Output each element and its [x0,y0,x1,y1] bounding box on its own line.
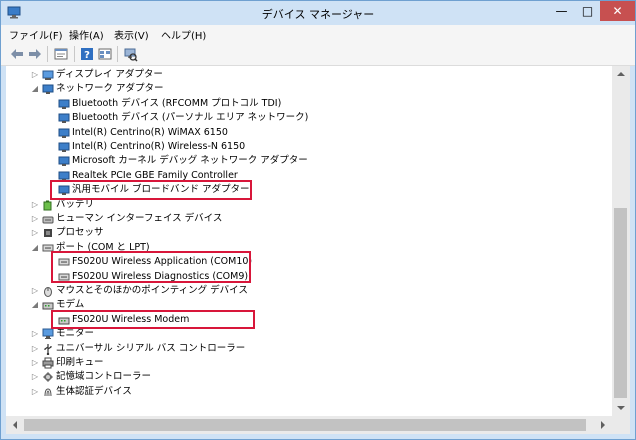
expanded-arrow-icon[interactable]: ◢ [30,241,40,255]
scrollbar-corner [612,416,630,434]
scroll-left-icon[interactable] [6,416,24,434]
expanded-arrow-icon[interactable]: ◢ [30,298,40,312]
expanded-arrow-icon[interactable]: ◢ [30,82,40,96]
storage-icon [43,372,53,383]
tree-item[interactable]: ◢ ネットワーク アダプター [6,82,612,96]
tree-item-label: Intel(R) Centrino(R) Wireless-N 6150 [72,141,246,152]
tree-item-label: 印刷キュー [56,357,104,368]
tree-item-label: マウスとそのほかのポインティング デバイス [56,285,248,296]
toolbar-separator [47,46,48,62]
highlight-box-ports [51,251,251,283]
tree-item[interactable]: ▷ ユニバーサル シリアル バス コントローラー [6,342,612,356]
toolbar-separator [117,46,118,62]
usb-icon [44,343,52,355]
tree-item[interactable]: Microsoft カーネル デバッグ ネットワーク アダプター [6,154,612,168]
network-adapter-icon [42,84,54,95]
highlight-box-modem [51,310,255,329]
network-device-icon [58,128,70,138]
vertical-scroll-thumb[interactable] [614,208,627,398]
scroll-up-icon[interactable] [612,66,630,82]
collapsed-arrow-icon[interactable]: ▷ [30,327,40,341]
collapsed-arrow-icon[interactable]: ▷ [30,198,40,212]
scroll-down-icon[interactable] [612,400,630,416]
toolbar: ? [1,43,635,66]
network-device-icon [58,156,70,167]
mouse-icon [44,287,52,297]
network-device-icon [58,99,70,109]
scroll-right-icon[interactable] [594,416,612,434]
tree-item-label: ユニバーサル シリアル バス コントローラー [56,342,246,354]
tree-item[interactable]: ▷ 生体認証デバイス [6,385,612,399]
tree-item[interactable]: Intel(R) Centrino(R) Wireless-N 6150 [6,140,612,154]
tree-item[interactable]: ▷ モニター [6,327,612,341]
maximize-icon: □ [581,4,594,18]
hid-icon [42,216,54,224]
tree-item[interactable]: ▷ ディスプレイ アダプター [6,68,612,82]
vertical-scrollbar[interactable] [612,66,630,416]
tree-item[interactable]: ▷ マウスとそのほかのポインティング デバイス [6,284,612,298]
minimize-icon: — [555,4,568,18]
scan-hardware-icon[interactable] [122,46,138,62]
svg-text:?: ? [84,50,90,61]
monitor-icon [42,328,54,340]
back-arrow-icon[interactable] [9,46,25,62]
menu-bar: ファイル(F) 操作(A) 表示(V) ヘルプ(H) [1,25,635,44]
tree-item-label: ディスプレイ アダプター [56,69,163,80]
maximize-button[interactable]: □ [575,1,600,21]
tree-item[interactable]: ▷ 記憶域コントローラー [6,370,612,384]
collapsed-arrow-icon[interactable]: ▷ [30,226,40,240]
menu-action[interactable]: 操作(A) [69,27,104,42]
menu-view[interactable]: 表示(V) [114,27,149,42]
tree-item-label: Intel(R) Centrino(R) WiMAX 6150 [72,126,228,138]
help-icon[interactable]: ? [79,46,95,62]
menu-file[interactable]: ファイル(F) [9,27,63,42]
properties-icon[interactable] [53,46,69,62]
collapsed-arrow-icon[interactable]: ▷ [30,370,40,384]
tree-item-label: Bluetooth デバイス (パーソナル エリア ネットワーク) [72,112,309,124]
tree-item-label: Microsoft カーネル デバッグ ネットワーク アダプター [72,155,308,167]
highlight-box-broadband [50,180,252,200]
title-bar[interactable]: デバイス マネージャー — □ ✕ [1,1,635,25]
collapsed-arrow-icon[interactable]: ▷ [30,284,40,298]
network-device-icon [58,113,70,124]
close-icon: ✕ [612,4,623,18]
forward-arrow-icon[interactable] [27,46,43,62]
tree-item[interactable]: Bluetooth デバイス (RFCOMM プロトコル TDI) [6,97,612,111]
window-title: デバイス マネージャー [261,8,375,21]
biometric-icon [44,388,52,396]
collapsed-arrow-icon[interactable]: ▷ [30,356,40,370]
tree-item-label: Bluetooth デバイス (RFCOMM プロトコル TDI) [72,97,282,109]
view-icon[interactable] [97,46,113,62]
battery-icon [43,200,52,211]
tree-item[interactable]: ▷ プロセッサ [6,226,612,240]
tree-item-label: ヒューマン インターフェイス デバイス [56,213,223,224]
minimize-button[interactable]: — [548,1,575,21]
processor-icon [44,229,52,238]
tree-item[interactable]: ▷ 印刷キュー [6,356,612,370]
collapsed-arrow-icon[interactable]: ▷ [30,68,40,82]
tree-item-label: 生体認証デバイス [56,385,132,397]
horizontal-scrollbar[interactable] [6,416,612,434]
device-tree[interactable]: ▷ ディスプレイ アダプター ◢ ネットワーク アダプター Bluetooth デバイス… [6,66,612,416]
collapsed-arrow-icon[interactable]: ▷ [30,342,40,356]
menu-help[interactable]: ヘルプ(H) [161,27,206,42]
display-adapter-icon [42,70,54,80]
tree-item[interactable]: ▷ ヒューマン インターフェイス デバイス [6,212,612,226]
tree-item[interactable]: Intel(R) Centrino(R) WiMAX 6150 [6,126,612,140]
close-button[interactable]: ✕ [600,1,635,21]
horizontal-scroll-thumb[interactable] [24,419,586,431]
tree-item[interactable]: Bluetooth デバイス (パーソナル エリア ネットワーク) [6,111,612,125]
tree-item-label: モニター [56,328,95,340]
print-queue-icon [42,357,54,369]
network-device-icon [58,142,70,152]
tree-item-label: 記憶域コントローラー [56,371,152,383]
toolbar-separator [74,46,75,62]
collapsed-arrow-icon[interactable]: ▷ [30,212,40,226]
tree-item-label: プロセッサ [56,227,104,239]
tree-item-label: ネットワーク アダプター [56,83,164,95]
collapsed-arrow-icon[interactable]: ▷ [30,385,40,399]
